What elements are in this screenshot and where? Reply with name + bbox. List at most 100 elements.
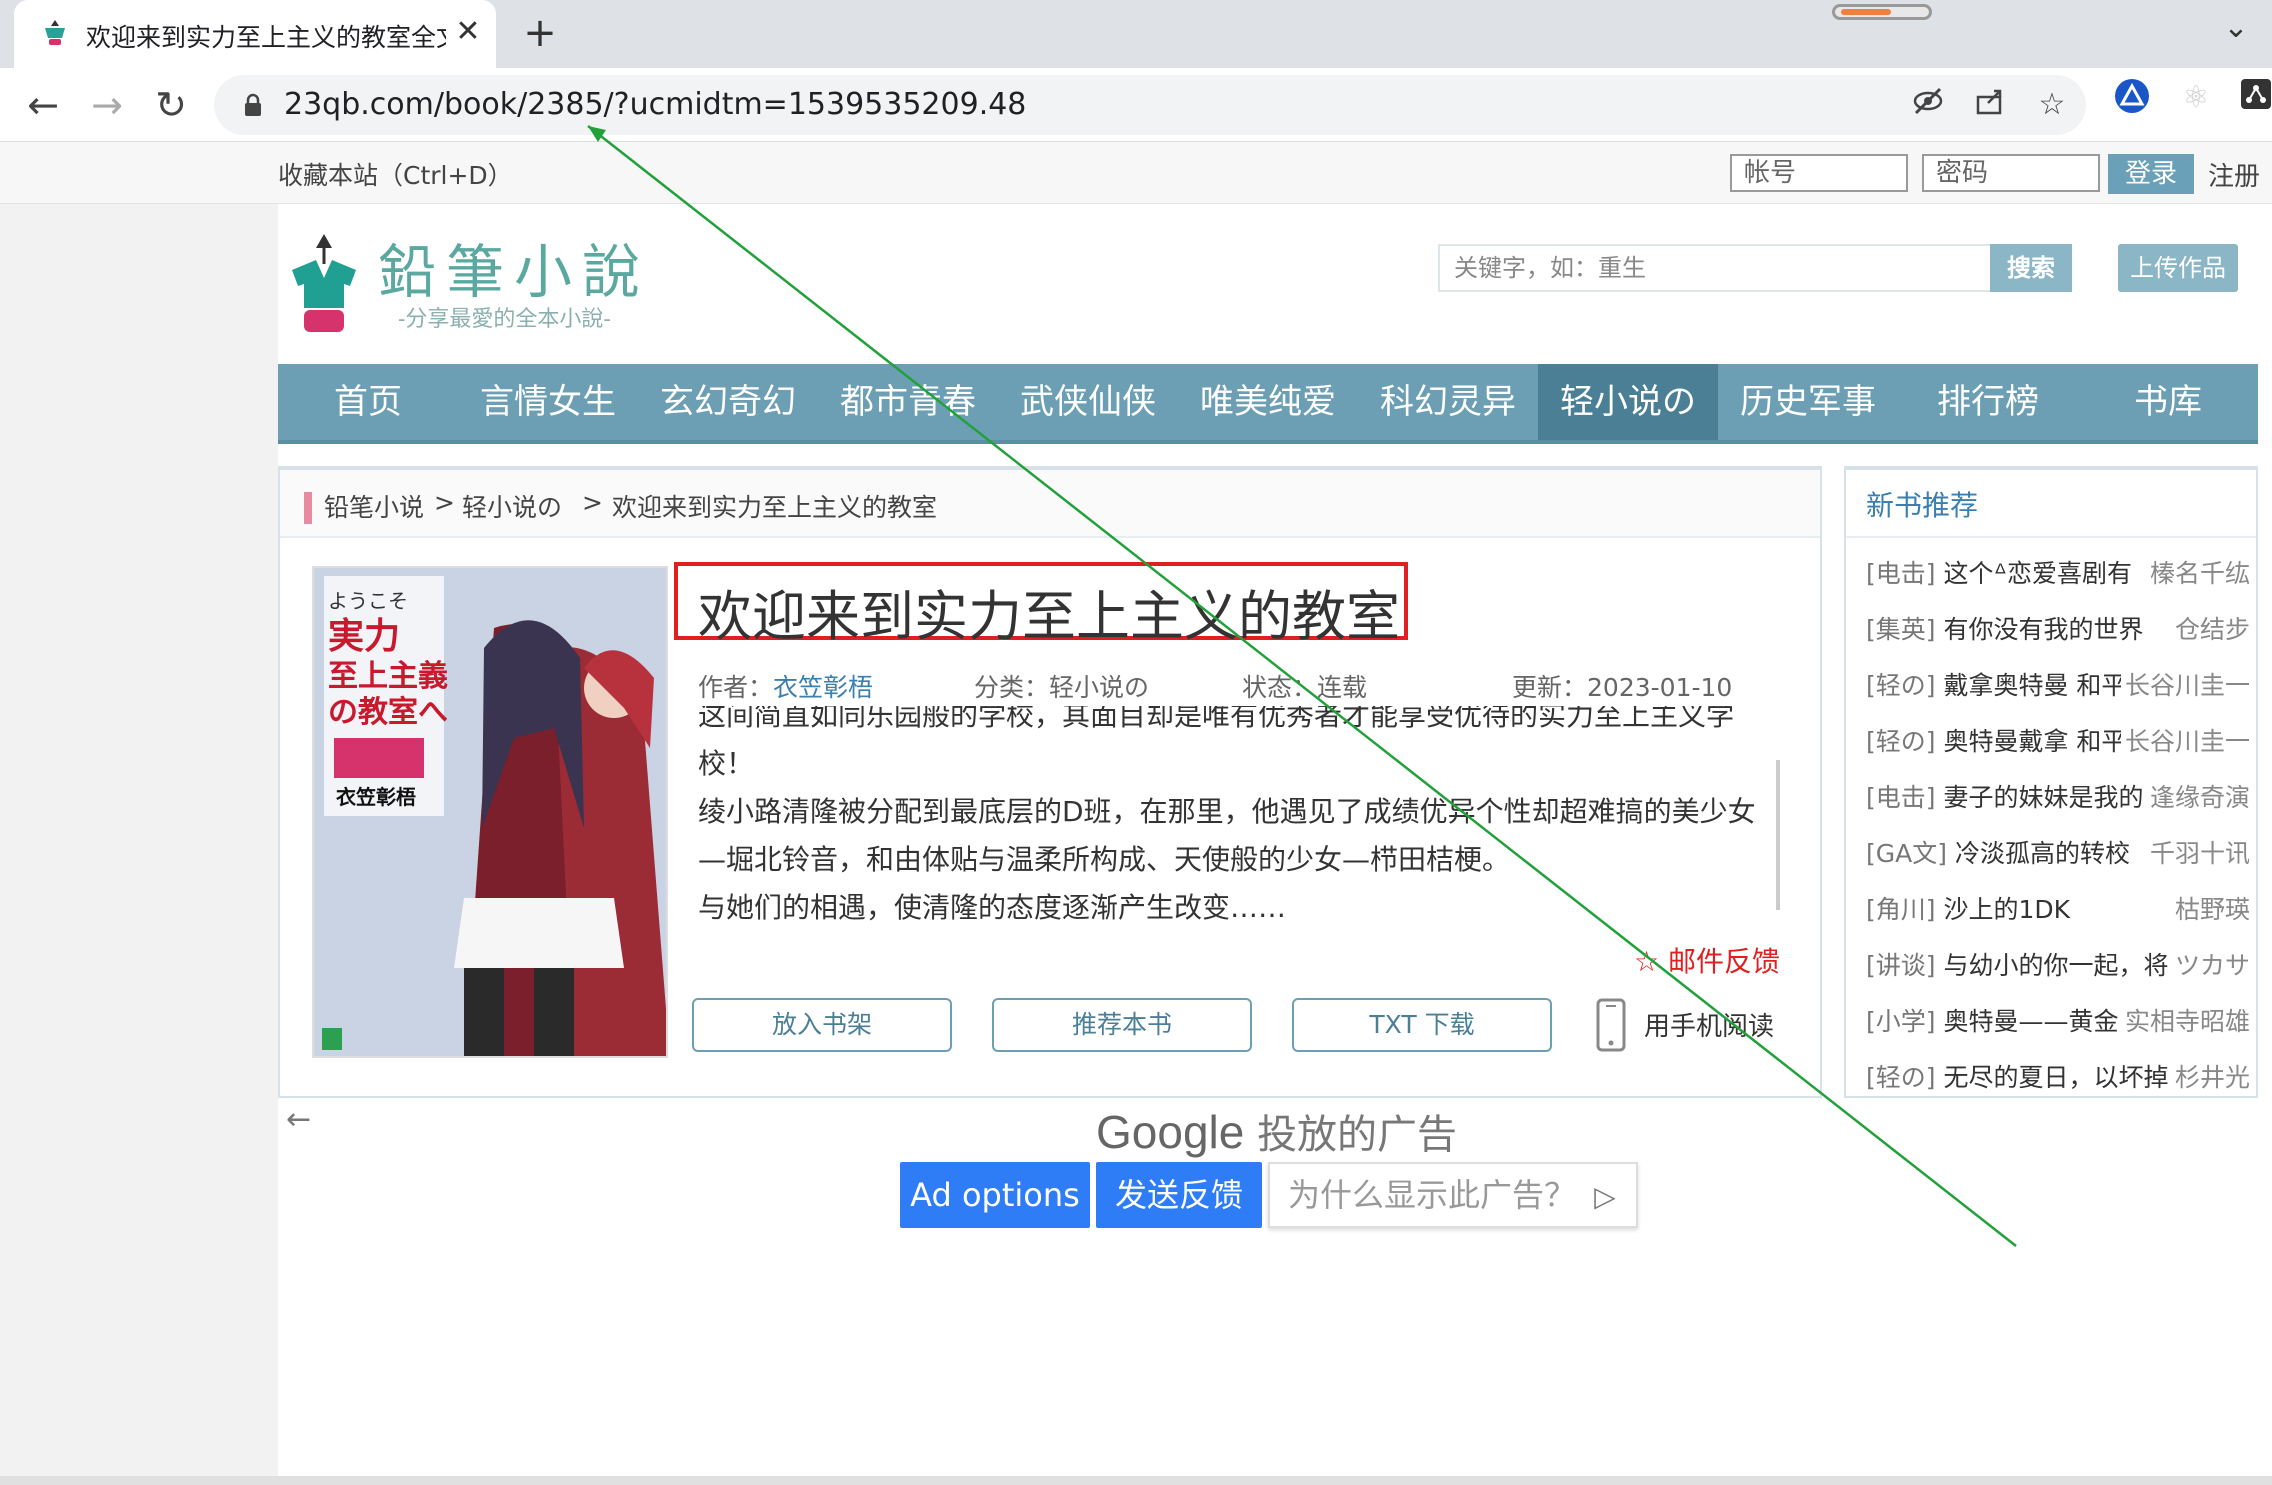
sidebar-divider <box>1846 536 2256 538</box>
nav-item-ranking[interactable]: 排行榜 <box>1898 364 2078 440</box>
site-logo[interactable]: 鉛筆小說 -分享最愛的全本小說- <box>288 234 668 344</box>
ad-brand: Google 投放的广告 <box>1096 1102 1457 1160</box>
account-input[interactable]: 帐号 <box>1730 154 1908 192</box>
sidebar-book-item[interactable]: [角川] 沙上的1DK 枯野瑛 <box>1866 890 2256 930</box>
share-icon[interactable] <box>1970 85 2010 125</box>
recommend-book-button[interactable]: 推荐本书 <box>992 998 1252 1052</box>
tab-close-icon[interactable]: ✕ <box>450 12 486 52</box>
sidebar-book-item[interactable]: [轻の] 无尽的夏日，以坏掉 杉井光 <box>1866 1058 2256 1096</box>
sidebar-book-tag: [GA文] <box>1866 839 1947 868</box>
mobile-read-link[interactable]: 用手机阅读 <box>1644 1006 1774 1043</box>
book-author: 作者：衣笠彰梧 <box>698 668 873 704</box>
sidebar-book-author[interactable]: 仓结步 <box>2170 610 2250 646</box>
tab-search-chevron-icon[interactable]: ⌄ <box>2216 10 2256 50</box>
description-line: 校！ <box>698 747 755 780</box>
sidebar-book-author[interactable]: 长谷川圭一 <box>2120 666 2250 702</box>
svg-text:至上主義: 至上主義 <box>328 659 448 694</box>
sidebar-book-tag: [讲谈] <box>1866 951 1936 980</box>
new-tab-button[interactable]: + <box>516 10 564 58</box>
extension-react-icon[interactable]: ⚛ <box>2176 78 2216 118</box>
nav-item-lightnovel[interactable]: 轻小说の <box>1538 364 1718 440</box>
ad-why-button[interactable]: 为什么显示此广告？ ▷ <box>1268 1162 1638 1228</box>
search-button[interactable]: 搜索 <box>1990 244 2072 292</box>
extension-triangle-icon[interactable] <box>2112 78 2152 118</box>
sidebar-book-title[interactable]: 沙上的1DK <box>1943 895 2070 924</box>
sidebar-book-title[interactable]: 与幼小的你一起，将 <box>1943 951 2168 980</box>
mobile-phone-icon[interactable] <box>1596 998 1626 1052</box>
browser-toolbar: ← → ↻ 23qb.com/book/2385/?ucmidtm=153953… <box>0 68 2272 142</box>
sidebar-book-title[interactable]: 妻子的妹妹是我的 <box>1943 783 2143 812</box>
login-button[interactable]: 登录 <box>2108 154 2194 194</box>
sidebar-book-item[interactable]: [轻の] 奥特曼戴拿 和平 长谷川圭一 <box>1866 722 2256 762</box>
password-input[interactable]: 密码 <box>1922 154 2100 192</box>
main-nav: 首页 言情女生 玄幻奇幻 都市青春 武侠仙侠 唯美纯爱 科幻灵异 轻小说の 历史… <box>278 364 2258 444</box>
nav-item-history[interactable]: 历史军事 <box>1718 364 1898 440</box>
search-box[interactable]: 关键字，如：重生 <box>1438 244 2070 292</box>
sidebar-book-tag: [轻の] <box>1866 727 1936 756</box>
author-link[interactable]: 衣笠彰梧 <box>773 673 873 702</box>
nav-item-fantasy[interactable]: 玄幻奇幻 <box>638 364 818 440</box>
extension-graph-icon[interactable] <box>2236 78 2272 118</box>
nav-item-home[interactable]: 首页 <box>278 364 458 440</box>
sidebar-book-title[interactable]: 奥特曼戴拿 和平 <box>1943 727 2126 756</box>
back-arrow-icon[interactable]: ← <box>18 80 68 130</box>
sidebar-book-item[interactable]: [集英] 有你没有我的世界 仓结步 <box>1866 610 2256 650</box>
tab-title: 欢迎来到实力至上主义的教室全文 <box>86 23 446 52</box>
description-line: 绫小路清隆被分配到最底层的D班，在那里，他遇见了成绩优异个性却超难搞的美少女 <box>698 795 1756 828</box>
book-title: 欢迎来到实力至上主义的教室 <box>698 585 1400 648</box>
sidebar-book-item[interactable]: [讲谈] 与幼小的你一起，将 ツカサ <box>1866 946 2256 986</box>
sidebar-book-item[interactable]: [电击] 这个ᐞ恋爱喜剧有 榛名千纮 <box>1866 554 2256 594</box>
sidebar-book-author[interactable]: 长谷川圭一 <box>2120 722 2250 758</box>
svg-text:衣笠彰梧: 衣笠彰梧 <box>336 785 416 809</box>
address-bar[interactable]: 23qb.com/book/2385/?ucmidtm=1539535209.4… <box>214 75 2086 135</box>
search-input[interactable]: 关键字，如：重生 <box>1440 246 1980 290</box>
ad-send-feedback-button[interactable]: 发送反馈 <box>1096 1162 1262 1228</box>
sidebar-book-item[interactable]: [电击] 妻子的妹妹是我的 逢缘奇演 <box>1866 778 2256 818</box>
book-cover-image[interactable]: ようこそ 実力 至上主義 の教室へ 衣笠彰梧 <box>312 566 668 1058</box>
eye-off-icon[interactable] <box>1908 85 1948 125</box>
upload-button[interactable]: 上传作品 <box>2118 244 2238 292</box>
sidebar-book-tag: [小学] <box>1866 1007 1936 1036</box>
nav-item-library[interactable]: 书库 <box>2078 364 2258 440</box>
sidebar-book-title[interactable]: 戴拿奥特曼 和平 <box>1943 671 2126 700</box>
browser-tab[interactable]: 欢迎来到实力至上主义的教室全文 ✕ <box>14 0 496 68</box>
nav-item-bl[interactable]: 唯美纯爱 <box>1178 364 1358 440</box>
sidebar-book-title[interactable]: 这个ᐞ恋爱喜剧有 <box>1943 559 2132 588</box>
sidebar-book-title[interactable]: 无尽的夏日，以坏掉 <box>1943 1063 2168 1092</box>
sidebar-book-author[interactable]: 枯野瑛 <box>2170 890 2250 926</box>
ad-options-button[interactable]: Ad options <box>900 1162 1090 1228</box>
nav-item-romance[interactable]: 言情女生 <box>458 364 638 440</box>
sidebar-book-title[interactable]: 冷淡孤高的转校 <box>1955 839 2130 868</box>
nav-item-urban[interactable]: 都市青春 <box>818 364 998 440</box>
sidebar-book-author[interactable]: ツカサ <box>2170 946 2250 982</box>
nav-item-wuxia[interactable]: 武侠仙侠 <box>998 364 1178 440</box>
sidebar-book-author[interactable]: 杉井光 <box>2170 1058 2250 1094</box>
sidebar-book-tag: [轻の] <box>1866 1063 1936 1092</box>
sidebar-book-item[interactable]: [GA文] 冷淡孤高的转校 千羽十讯 <box>1866 834 2256 874</box>
breadcrumb-category[interactable]: 轻小说の <box>462 488 562 524</box>
sidebar-book-author[interactable]: 千羽十讯 <box>2145 834 2250 870</box>
sidebar-book-author[interactable]: 榛名千纮 <box>2145 554 2250 590</box>
reload-icon[interactable]: ↻ <box>146 80 196 130</box>
sidebar-book-title[interactable]: 奥特曼——黄金 <box>1943 1007 2118 1036</box>
bookmark-site-link[interactable]: 收藏本站（Ctrl+D） <box>278 156 513 192</box>
add-to-shelf-button[interactable]: 放入书架 <box>692 998 952 1052</box>
sidebar-book-title[interactable]: 有你没有我的世界 <box>1943 615 2143 644</box>
nav-item-scifi[interactable]: 科幻灵异 <box>1358 364 1538 440</box>
sidebar-book-item[interactable]: [轻の] 戴拿奥特曼 和平 长谷川圭一 <box>1866 666 2256 706</box>
txt-download-button[interactable]: TXT 下载 <box>1292 998 1552 1052</box>
register-link[interactable]: 注册 <box>2208 156 2260 193</box>
sidebar-book-author[interactable]: 实相寺昭雄 <box>2120 1002 2250 1038</box>
bookmark-star-icon[interactable]: ☆ <box>2032 85 2072 125</box>
sidebar-book-author[interactable]: 逢缘奇演 <box>2145 778 2250 814</box>
mail-feedback-link[interactable]: ☆ 邮件反馈 <box>1634 940 1780 980</box>
tab-scroll-indicator[interactable] <box>1832 4 1932 20</box>
sidebar-book-item[interactable]: [小学] 奥特曼——黄金 实相寺昭雄 <box>1866 1002 2256 1042</box>
breadcrumb-home[interactable]: 铅笔小说 <box>324 488 424 524</box>
author-label: 作者： <box>698 673 774 702</box>
description-line: 这间简直如同乐园般的学校，其面目却是唯有优秀者才能享受优待的实力至上主义学 <box>698 706 1735 732</box>
description-scrollbar[interactable] <box>1776 760 1780 910</box>
url-text[interactable]: 23qb.com/book/2385/?ucmidtm=1539535209.4… <box>284 87 1026 122</box>
ad-back-arrow-icon[interactable]: ← <box>286 1102 311 1137</box>
forward-arrow-icon[interactable]: → <box>82 80 132 130</box>
